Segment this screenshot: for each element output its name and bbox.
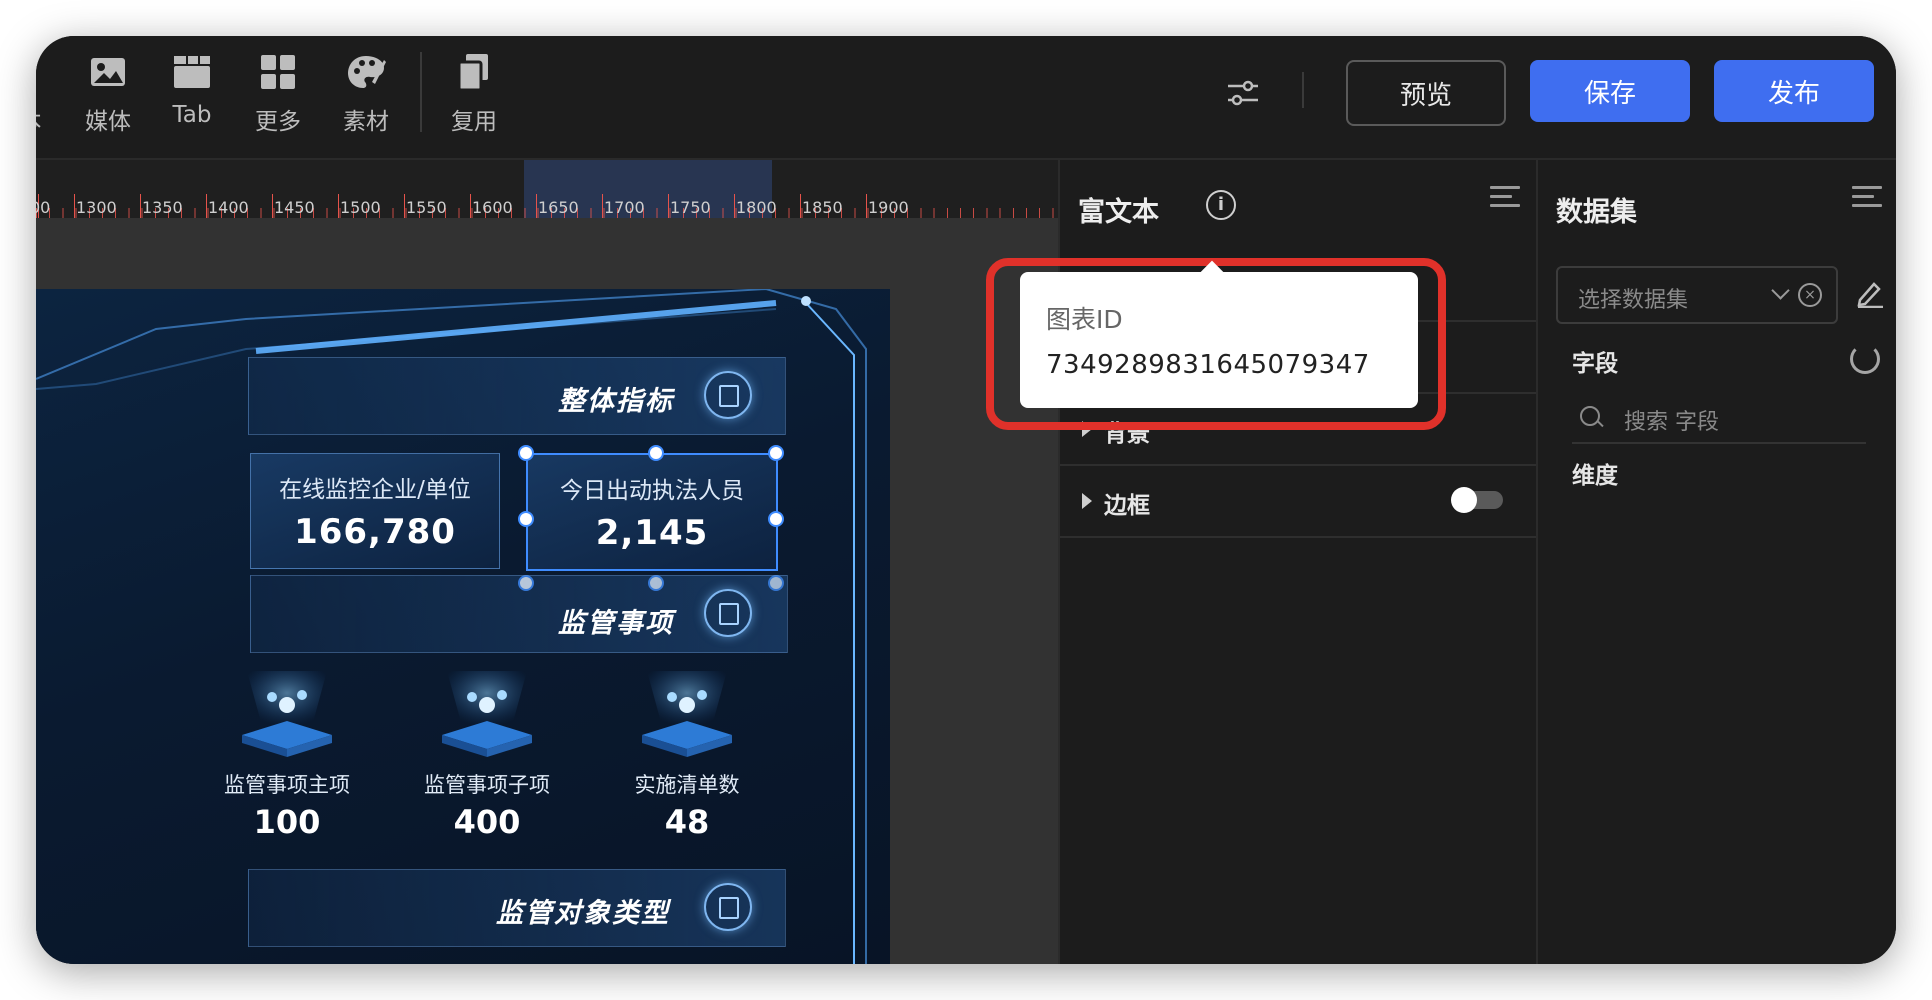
- stat-label: 今日出动执法人员: [560, 478, 744, 504]
- ruler-label: 1700: [604, 198, 645, 217]
- object-types-badge-icon: [704, 883, 752, 931]
- clear-icon[interactable]: ×: [1798, 283, 1822, 307]
- expand-arrow-icon: [1082, 493, 1092, 509]
- section-title-object-types: 监管对象类型: [496, 898, 670, 929]
- tool-reuse-label: 复用: [451, 109, 497, 135]
- ruler-label: 1800: [736, 198, 777, 217]
- tool-more[interactable]: 更多: [240, 52, 316, 136]
- horizontal-ruler: 00 1300 1350 1400 1450 1500 1550 1600 16…: [36, 160, 1058, 218]
- item-sub-matters[interactable]: 监管事项子项 400: [392, 671, 582, 841]
- tab-icon: [172, 52, 212, 92]
- ruler-label: 1850: [802, 198, 843, 217]
- ruler-label: 1300: [76, 198, 117, 217]
- resize-handle[interactable]: [518, 445, 534, 461]
- edit-pencil-icon[interactable]: [1856, 278, 1884, 309]
- toolbar-divider-right: [1302, 72, 1304, 108]
- tool-text[interactable]: 本: [36, 52, 68, 136]
- tool-media[interactable]: 媒体: [70, 52, 146, 136]
- dashboard-board[interactable]: 整体指标 在线监控企业/单位 166,780 今日出动执法人员 2,145 监管…: [36, 289, 890, 964]
- overview-badge-icon: [704, 371, 752, 419]
- ruler-label: 1500: [340, 198, 381, 217]
- resize-handle[interactable]: [648, 445, 664, 461]
- stat-card-law-enforcers[interactable]: 今日出动执法人员 2,145: [526, 453, 778, 571]
- isometric-platform-icon: [632, 671, 742, 761]
- dataset-select-placeholder: 选择数据集: [1578, 288, 1689, 313]
- ruler-label: 1550: [406, 198, 447, 217]
- resize-handle[interactable]: [768, 511, 784, 527]
- stat-value: 166,780: [294, 512, 456, 552]
- supervision-badge-icon: [704, 589, 752, 637]
- refresh-icon[interactable]: [1850, 344, 1880, 374]
- toolbar-divider: [420, 52, 422, 132]
- isometric-platform-icon: [432, 671, 542, 761]
- item-value: 100: [253, 803, 321, 841]
- ruler-label: 1650: [538, 198, 579, 217]
- image-icon: [88, 52, 128, 92]
- section-title-supervision: 监管事项: [558, 608, 674, 639]
- item-main-matters[interactable]: 监管事项主项 100: [192, 671, 382, 841]
- tool-media-label: 媒体: [85, 109, 131, 135]
- property-panel-title: 富文本: [1078, 197, 1159, 228]
- grid-icon: [258, 52, 298, 92]
- resize-handle[interactable]: [518, 511, 534, 527]
- ruler-label: 1350: [142, 198, 183, 217]
- stat-label: 在线监控企业/单位: [279, 477, 471, 503]
- editor-canvas[interactable]: 整体指标 在线监控企业/单位 166,780 今日出动执法人员 2,145 监管…: [36, 218, 1058, 964]
- preview-button[interactable]: 预览: [1346, 60, 1506, 126]
- tool-assets-label: 素材: [343, 109, 389, 135]
- ruler-label: 1900: [868, 198, 909, 217]
- copy-icon: [454, 52, 494, 92]
- ruler-label: 00: [36, 198, 51, 217]
- text-icon: [36, 52, 50, 92]
- save-button[interactable]: 保存: [1530, 60, 1690, 122]
- section-title-overview: 整体指标: [558, 386, 674, 417]
- settings-sliders-icon[interactable]: [1226, 78, 1260, 108]
- field-search-input[interactable]: 搜索 字段: [1572, 396, 1866, 444]
- panel-menu-icon[interactable]: [1490, 186, 1520, 210]
- ruler-label: 1450: [274, 198, 315, 217]
- fields-label: 字段: [1572, 351, 1618, 377]
- app-window: 本 媒体 Tab 更多 素材: [36, 36, 1896, 964]
- ruler-label: 1600: [472, 198, 513, 217]
- item-value: 48: [664, 803, 710, 841]
- tool-tab[interactable]: Tab: [154, 52, 230, 128]
- tool-assets[interactable]: 素材: [328, 52, 404, 136]
- isometric-platform-icon: [232, 671, 342, 761]
- item-value: 400: [453, 803, 521, 841]
- ruler-label: 1750: [670, 198, 711, 217]
- item-implementation-list[interactable]: 实施清单数 48: [592, 671, 782, 841]
- chart-id-tooltip: 图表ID 7349289831645079347: [1020, 272, 1418, 408]
- dataset-menu-icon[interactable]: [1852, 186, 1882, 210]
- tooltip-value: 7349289831645079347: [1046, 350, 1370, 380]
- tooltip-label: 图表ID: [1046, 305, 1123, 334]
- tool-tab-label: Tab: [172, 102, 212, 128]
- search-icon: [1580, 406, 1600, 426]
- ruler-label: 1400: [208, 198, 249, 217]
- info-icon[interactable]: i: [1206, 190, 1236, 220]
- dataset-select[interactable]: 选择数据集 ×: [1556, 266, 1838, 324]
- property-row-label: 边框: [1104, 493, 1150, 519]
- item-label: 实施清单数: [634, 773, 740, 797]
- border-toggle[interactable]: [1451, 487, 1503, 513]
- stat-value: 2,145: [595, 513, 709, 553]
- field-search-placeholder: 搜索 字段: [1624, 410, 1719, 435]
- tool-reuse[interactable]: 复用: [436, 52, 512, 136]
- dimension-label: 维度: [1572, 463, 1618, 489]
- resize-handle[interactable]: [768, 445, 784, 461]
- chevron-down-icon[interactable]: [1771, 281, 1790, 300]
- tool-text-label: 本: [36, 109, 42, 135]
- top-toolbar: 本 媒体 Tab 更多 素材: [36, 36, 1896, 160]
- palette-icon: [346, 52, 386, 92]
- dataset-panel-title: 数据集: [1556, 197, 1637, 228]
- property-row-border[interactable]: 边框: [1060, 466, 1538, 538]
- stat-card-online-units[interactable]: 在线监控企业/单位 166,780: [250, 453, 500, 569]
- dataset-panel: 数据集 选择数据集 × 字段 搜索 字段 维度: [1536, 160, 1896, 964]
- publish-button[interactable]: 发布: [1714, 60, 1874, 122]
- tool-more-label: 更多: [255, 109, 301, 135]
- item-label: 监管事项子项: [424, 773, 550, 797]
- item-label: 监管事项主项: [224, 773, 350, 797]
- toggle-knob: [1451, 487, 1477, 513]
